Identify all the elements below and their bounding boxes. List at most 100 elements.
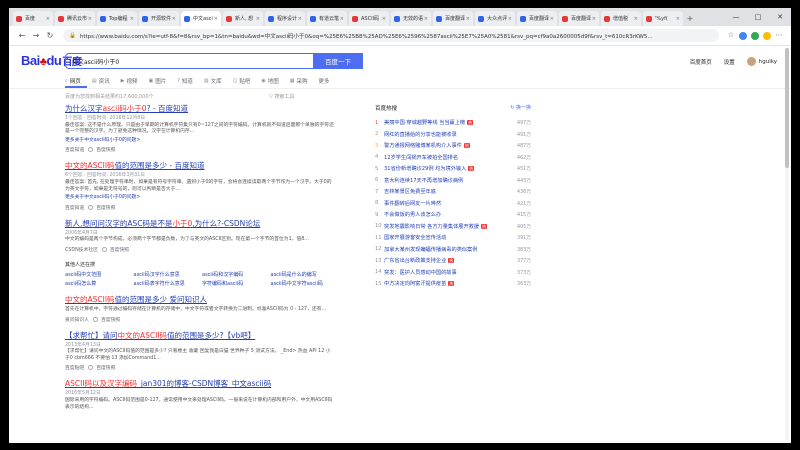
browser-tab[interactable]: 百度翻译 × — [433, 11, 473, 26]
hot-search-item[interactable]: 12 加拿大某州发现蝙蝠传播病毒的类似案例 383万 — [375, 244, 531, 256]
new-tab-button[interactable]: + — [685, 14, 695, 24]
related-search-link[interactable]: ascii码中文字符ascii码 — [271, 280, 336, 287]
hot-search-item[interactable]: 1 美丽中国·穿城越野等线 当当赢上榜热 497万 — [375, 117, 531, 129]
tab-close-icon[interactable]: × — [424, 16, 428, 22]
hot-search-item[interactable]: 6 意大利连续17天不再增加确诊病例 443万 — [375, 175, 531, 187]
hot-search-item[interactable]: 8 事件翻转后网友一片哗然 421万 — [375, 198, 531, 210]
browser-tab[interactable]: 大众点评 × — [475, 11, 515, 26]
related-search-link[interactable]: ascii码汉字什么意思 — [134, 271, 199, 278]
result-title[interactable]: 中文的ASCII码值的范围是多少 - 百度知道 — [65, 161, 335, 171]
browser-tab[interactable]: 中文asci × — [181, 11, 221, 26]
url-input[interactable]: 🔒 https://www.baidu.com/s?ie=utf-8&f=8&r… — [63, 29, 719, 42]
browser-tab[interactable]: 百度翻译 × — [517, 11, 557, 26]
result-title[interactable]: 为什么汉字ascii码小于0? - 百度知道 — [65, 104, 335, 114]
tab-4[interactable]: ? 知道 — [177, 77, 193, 85]
star-icon[interactable]: ☆ — [725, 31, 737, 41]
browser-tab[interactable]: '%yf(× — [643, 11, 683, 26]
hot-search-item[interactable]: 10 突发地震影响日常 各方力量集体展开救援热 405万 — [375, 221, 531, 233]
search-input[interactable]: 中文ascii码小于0 — [72, 57, 350, 66]
tab-3[interactable]: ▣ 图片 — [148, 77, 166, 85]
tab-close-icon[interactable]: × — [256, 16, 260, 22]
browser-tab[interactable]: Top编程 × — [97, 11, 137, 26]
user-menu[interactable]: hgulky — [746, 57, 777, 66]
browser-tab[interactable]: 百度翻译 × — [559, 11, 599, 26]
related-search-link[interactable]: ascii码中文范围 — [65, 271, 130, 278]
hot-search-item[interactable]: 2 网红的直播给的分享也能被收录 491万 — [375, 129, 531, 141]
tab-close-icon[interactable]: × — [634, 16, 638, 22]
menu-icon[interactable]: ⋯ — [773, 31, 785, 41]
snapshot-link[interactable]: 百度快照 — [96, 364, 115, 371]
tab-7[interactable]: ◉ 地图 — [261, 77, 278, 85]
forward-icon[interactable]: → — [29, 31, 43, 40]
source-name[interactable]: 百度知道 — [65, 146, 84, 153]
browser-tab[interactable]: 百度 × — [13, 11, 53, 26]
snapshot-link[interactable]: 百度快照 — [110, 246, 129, 253]
tab-close-icon[interactable]: × — [46, 16, 50, 22]
result-title[interactable]: ASCII码以及汉字编码_jan301的博客-CSDN博客_中文ascii码 — [65, 379, 335, 389]
hot-search-item[interactable]: 5 31省份新增确诊29例 均为境外输入热 451万 — [375, 163, 531, 175]
browser-tab[interactable]: 新人, 想 × — [223, 11, 263, 26]
search-button[interactable]: 百度一下 — [313, 53, 363, 69]
browser-tab[interactable]: 开源软件 × — [139, 11, 179, 26]
settings-link[interactable]: 设置 — [724, 58, 735, 66]
extension-icon[interactable] — [763, 31, 771, 40]
tab-6[interactable]: ◫ 贴吧 — [233, 77, 251, 85]
hot-search-item[interactable]: 15 中方决定向阿富汗提供疫苗热 363万 — [375, 278, 531, 290]
tab-close-icon[interactable]: × — [340, 16, 344, 22]
tab-close-icon[interactable]: × — [676, 16, 680, 22]
browser-tab[interactable]: 腾讯云市 × — [55, 11, 95, 26]
tab-9[interactable]: 更多 — [319, 77, 330, 85]
tab-close-icon[interactable]: × — [508, 16, 512, 22]
hot-search-item[interactable]: 9 不会做饭的男人该怎么办 415万 — [375, 209, 531, 221]
reload-icon[interactable]: ↻ — [43, 31, 57, 40]
browser-tab[interactable]: ASCII码 × — [349, 11, 389, 26]
source-name[interactable]: CSDN技术社区 — [65, 246, 98, 253]
tab-8[interactable]: ▦ 采购 — [290, 77, 308, 85]
browser-tab[interactable]: 无效的语 × — [391, 11, 431, 26]
related-search-link[interactable]: ascii码是什么的编写 — [271, 271, 336, 278]
hot-search-item[interactable]: 14 突发：医护人员感动中国的故事 373万 — [375, 267, 531, 279]
more-link[interactable]: 更多关于中文ascii码小于0的问题> — [65, 138, 335, 145]
source-name[interactable]: 爱问知识人 — [65, 316, 89, 323]
snapshot-link[interactable]: 百度快照 — [96, 146, 115, 153]
result-title[interactable]: 【求帮忙】请问中文的ASCII码值的范围是多少?【vb吧】 — [65, 331, 335, 341]
snapshot-link[interactable]: 百度快照 — [101, 316, 120, 323]
result-title[interactable]: 中文的ASCII码值的范围是多少 爱问知识人 — [65, 295, 335, 305]
hot-search-item[interactable]: 3 警方通报网络赌博某机构介入事件热 487万 — [375, 140, 531, 152]
refresh-hot-button[interactable]: ↻ 换一换 — [510, 104, 531, 112]
source-name[interactable]: 百度知道 — [65, 204, 84, 211]
search-tools-button[interactable]: ▽ 搜索工具 — [269, 93, 294, 100]
hot-search-item[interactable]: 4 12岁学生闯祸开车被拍全国排名 462万 — [375, 152, 531, 164]
result-title[interactable]: 新人,想问问汉字的ASC码是不是小于0,为什么?-CSDN论坛 — [65, 219, 335, 229]
back-icon[interactable]: ← — [15, 31, 29, 40]
tab-2[interactable]: ▶ 视频 — [121, 77, 138, 85]
tab-close-icon[interactable]: × — [466, 16, 470, 22]
related-search-link[interactable]: ascii码怎么算 — [65, 280, 130, 287]
tab-close-icon[interactable]: × — [130, 16, 134, 22]
home-link[interactable]: 百度首页 — [690, 58, 712, 66]
browser-tab[interactable]: 有道云笔 × — [307, 11, 347, 26]
hot-search-item[interactable]: 11 国家开展游客安全宣传活动 391万 — [375, 232, 531, 244]
tab-5[interactable]: ▥ 文库 — [204, 77, 222, 85]
tab-close-icon[interactable]: × — [214, 16, 218, 22]
tab-close-icon[interactable]: × — [592, 16, 596, 22]
scrollbar-thumb[interactable] — [785, 48, 789, 168]
extension-icon[interactable] — [751, 31, 759, 40]
tab-close-icon[interactable]: × — [172, 16, 176, 22]
tab-close-icon[interactable]: × — [382, 16, 386, 22]
extension-icon[interactable] — [739, 31, 747, 40]
tab-0[interactable]: ⌕ 网页 — [65, 77, 81, 85]
tab-1[interactable]: ▤ 资讯 — [92, 77, 110, 85]
maximize-icon[interactable]: □ — [747, 13, 769, 21]
scrollbar[interactable] — [785, 48, 789, 440]
tab-close-icon[interactable]: × — [550, 16, 554, 22]
browser-tab[interactable]: 增值税 × — [601, 11, 641, 26]
minimize-icon[interactable]: — — [725, 13, 747, 21]
snapshot-link[interactable]: 百度快照 — [96, 204, 115, 211]
more-link[interactable]: 更多关于中文ascii码小于0的问题> — [65, 195, 335, 202]
related-search-link[interactable]: ascii码和汉字编码 — [202, 271, 267, 278]
tab-close-icon[interactable]: × — [88, 16, 92, 22]
tab-close-icon[interactable]: × — [298, 16, 302, 22]
browser-tab[interactable]: 程序设计 × — [265, 11, 305, 26]
hot-search-item[interactable]: 13 广东省出台新政策支持企业热 377万 — [375, 255, 531, 267]
